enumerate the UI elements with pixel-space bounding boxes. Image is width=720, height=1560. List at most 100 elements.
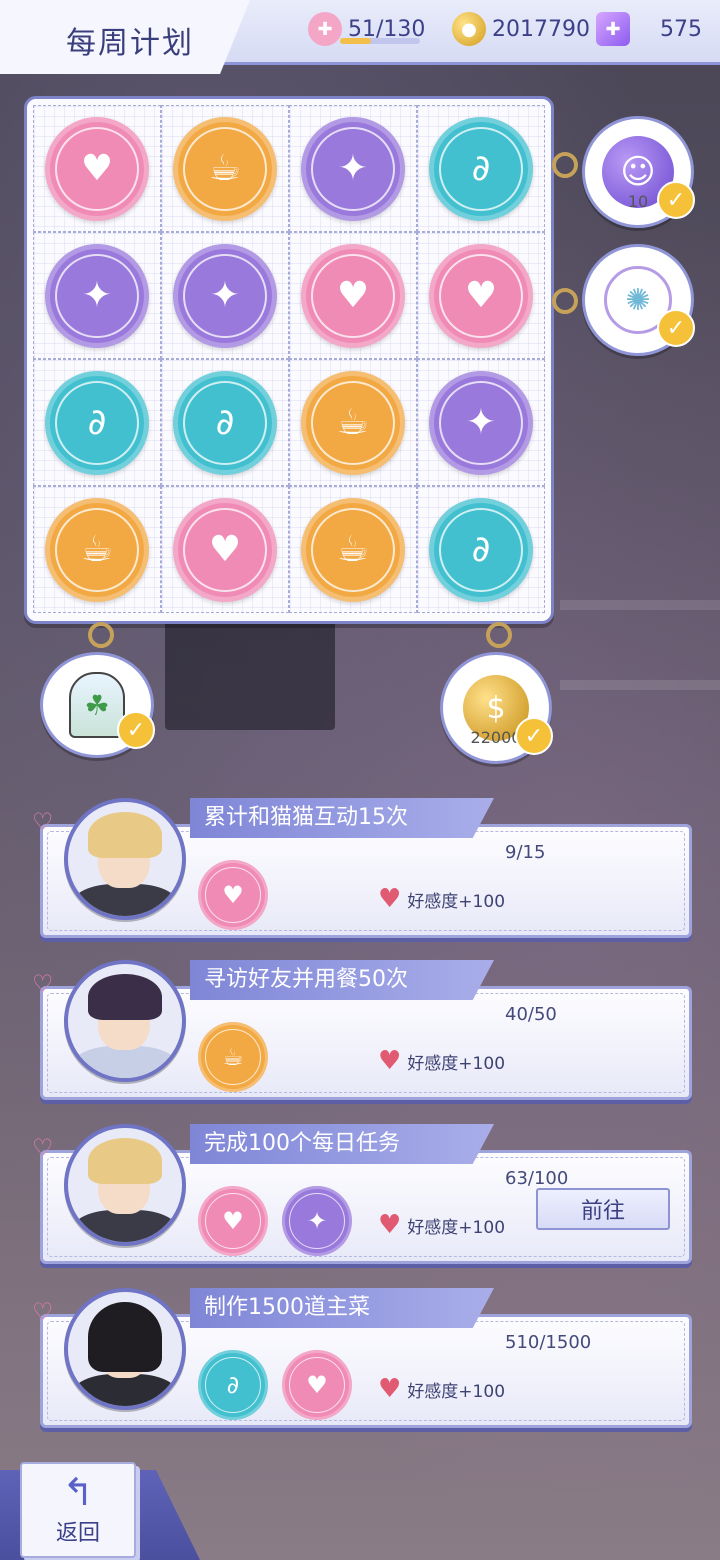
- character-avatar: [64, 1288, 186, 1410]
- avatar-body: [72, 1374, 178, 1406]
- coffee-stamp-icon: ☕: [301, 370, 405, 475]
- compass-stamp-icon: ✦: [429, 370, 533, 475]
- stamp-cell: ☕: [289, 486, 417, 613]
- stamp-cell: ♥: [33, 105, 161, 232]
- heart-clip-icon: ♡: [32, 1298, 54, 1326]
- coffee-stamp-icon: ☕: [198, 1022, 268, 1092]
- stamp-cell: ∂: [161, 359, 289, 486]
- compass-stamp-icon: ✦: [173, 243, 277, 348]
- stamina-fill: [340, 38, 372, 44]
- cupcake-stamp-icon: ♥: [301, 243, 405, 348]
- heart-clip-icon: ♡: [32, 970, 54, 998]
- gem-add-icon: ✚: [596, 12, 630, 46]
- task-card: 制作1500道主菜 510/1500 ♡ ∂ ♥ ♥ 好感度+100: [32, 1288, 692, 1428]
- stamp-cell: ☕: [33, 486, 161, 613]
- task-progress: 40/50: [505, 1004, 557, 1025]
- stamp-cell: ∂: [33, 359, 161, 486]
- task-progress: 63/100: [505, 1168, 569, 1189]
- stamp-cell: ∂: [417, 105, 545, 232]
- gem-counter[interactable]: ✚ 575: [596, 12, 702, 46]
- back-button[interactable]: ↰ 返回: [20, 1462, 136, 1558]
- swan-stamp-icon: ∂: [173, 370, 277, 475]
- stamp-board: ♥ ☕ ✦ ∂ ✦ ✦ ♥ ♥ ∂ ∂ ☕ ✦ ☕ ♥ ☕ ∂: [24, 96, 554, 624]
- stamp-cell: ✦: [33, 232, 161, 359]
- swan-stamp-icon: ∂: [45, 370, 149, 475]
- cupcake-stamp-icon: ♥: [198, 1186, 268, 1256]
- stamp-cell: ☕: [161, 105, 289, 232]
- gem-value: 575: [660, 16, 702, 42]
- task-card: 完成100个每日任务 63/100 ♡ ♥ ✦ ♥ 好感度+100 前往: [32, 1124, 692, 1264]
- back-label: 返回: [55, 1521, 100, 1546]
- favor-text: 好感度+100: [407, 1381, 506, 1402]
- check-icon: ✓: [657, 181, 695, 219]
- stamp-cell: ✦: [417, 359, 545, 486]
- avatar-body: [72, 1210, 178, 1242]
- column-reward-medal[interactable]: ☘ ✓: [40, 652, 155, 758]
- gold-value: 2017790: [492, 16, 590, 42]
- coffee-stamp-icon: ☕: [45, 497, 149, 602]
- cupcake-stamp-icon: ♥: [282, 1350, 352, 1420]
- stamp-cell: ☕: [289, 359, 417, 486]
- task-title: 完成100个每日任务: [190, 1124, 494, 1164]
- column-reward-medal[interactable]: $ 22000 ✓: [440, 652, 553, 764]
- background-shelf: [560, 600, 720, 610]
- cupcake-stamp-icon: ♥: [173, 497, 277, 602]
- favor-text: 好感度+100: [407, 1217, 506, 1238]
- page-title: 每周计划: [66, 26, 194, 61]
- compass-stamp-icon: ✦: [45, 243, 149, 348]
- swan-stamp-icon: ∂: [198, 1350, 268, 1420]
- avatar-hair: [88, 1138, 162, 1184]
- avatar-body: [72, 884, 178, 916]
- stamp-cell: ♥: [161, 486, 289, 613]
- avatar-hair: [88, 974, 162, 1020]
- coffee-stamp-icon: ☕: [301, 497, 405, 602]
- heart-icon: ♥: [378, 1210, 402, 1240]
- go-button[interactable]: 前往: [536, 1188, 670, 1230]
- task-card: 寻访好友并用餐50次 40/50 ♡ ☕ ♥ 好感度+100: [32, 960, 692, 1100]
- task-title: 寻访好友并用餐50次: [190, 960, 494, 1000]
- gold-counter[interactable]: ● 2017790: [452, 12, 590, 46]
- compass-stamp-icon: ✦: [282, 1186, 352, 1256]
- stamina-bar: [340, 38, 420, 44]
- character-avatar: [64, 798, 186, 920]
- cupcake-icon: ✚: [308, 12, 342, 46]
- heart-clip-icon: ♡: [32, 1134, 54, 1162]
- hook-icon: [88, 622, 114, 648]
- return-arrow-icon: ↰: [62, 1470, 94, 1514]
- coffee-stamp-icon: ☕: [173, 116, 277, 221]
- check-icon: ✓: [657, 309, 695, 347]
- swan-stamp-icon: ∂: [429, 497, 533, 602]
- task-title: 制作1500道主菜: [190, 1288, 494, 1328]
- favor-text: 好感度+100: [407, 1053, 506, 1074]
- character-avatar: [64, 960, 186, 1082]
- favor-reward: ♥ 好感度+100: [378, 1374, 505, 1404]
- task-title: 累计和猫猫互动15次: [190, 798, 494, 838]
- avatar-body: [72, 1046, 178, 1078]
- character-avatar: [64, 1124, 186, 1246]
- reward-amount: 22000: [470, 728, 522, 747]
- row-reward-medal[interactable]: ☺ 10 ✓: [582, 116, 695, 228]
- heart-icon: ♥: [378, 1374, 402, 1404]
- avatar-hair: [88, 1302, 162, 1372]
- heart-icon: ♥: [378, 1046, 402, 1076]
- task-progress: 9/15: [505, 842, 546, 863]
- favor-reward: ♥ 好感度+100: [378, 1046, 505, 1076]
- background-shelf: [560, 680, 720, 690]
- background-window: [165, 620, 335, 730]
- hook-icon: [552, 152, 578, 178]
- heart-clip-icon: ♡: [32, 808, 54, 836]
- favor-reward: ♥ 好感度+100: [378, 1210, 505, 1240]
- cupcake-stamp-icon: ♥: [429, 243, 533, 348]
- row-reward-medal[interactable]: ✺ ✓: [582, 244, 695, 356]
- favor-text: 好感度+100: [407, 891, 506, 912]
- stamp-cell: ✦: [289, 105, 417, 232]
- stamp-grid: ♥ ☕ ✦ ∂ ✦ ✦ ♥ ♥ ∂ ∂ ☕ ✦ ☕ ♥ ☕ ∂: [33, 105, 545, 613]
- swan-stamp-icon: ∂: [429, 116, 533, 221]
- hook-icon: [486, 622, 512, 648]
- stamp-cell: ✦: [161, 232, 289, 359]
- check-icon: ✓: [515, 717, 553, 755]
- cupcake-stamp-icon: ♥: [45, 116, 149, 221]
- compass-stamp-icon: ✦: [301, 116, 405, 221]
- check-icon: ✓: [117, 711, 155, 749]
- favor-reward: ♥ 好感度+100: [378, 884, 505, 914]
